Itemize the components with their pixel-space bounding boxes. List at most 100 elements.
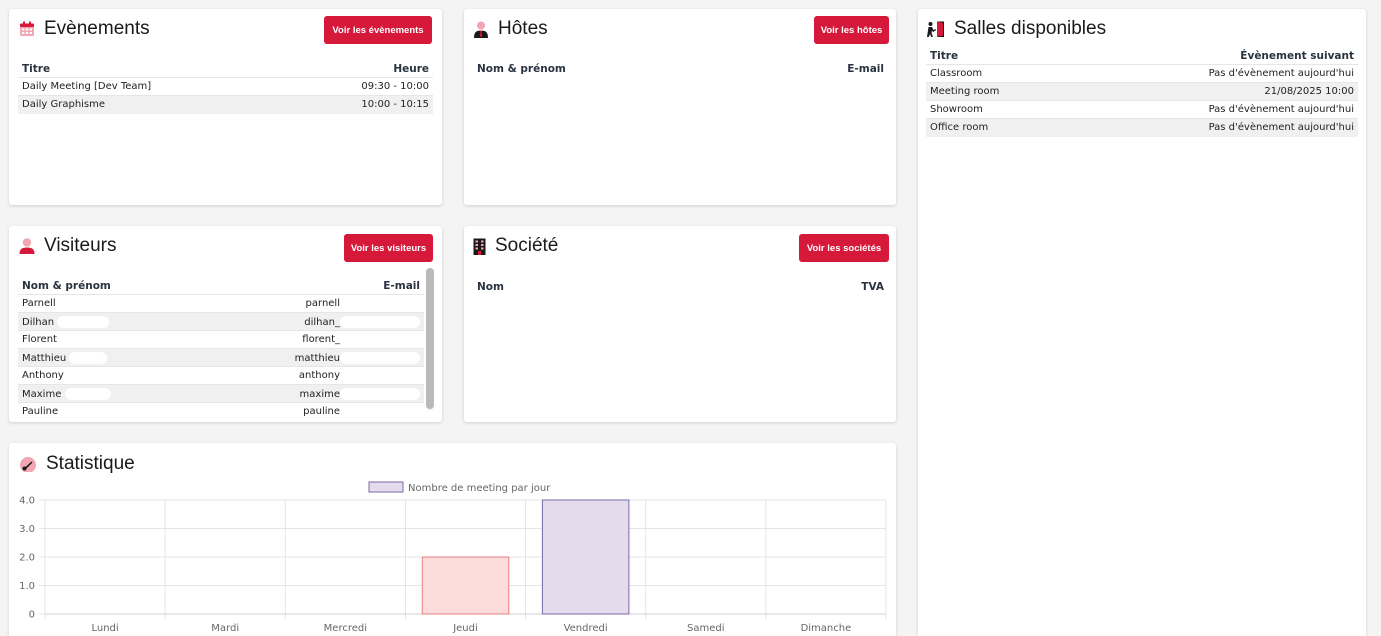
gauge-icon (19, 456, 37, 472)
redacted-mask (340, 351, 420, 364)
table-row[interactable]: Maxime maxime (18, 384, 424, 403)
companies-title-text: Société (495, 235, 559, 256)
view-hosts-button[interactable]: Voir les hôtes (814, 16, 889, 44)
x-tick-label: Mercredi (324, 623, 367, 634)
events-title-text: Evènements (44, 18, 150, 39)
x-tick-label: Vendredi (564, 623, 608, 634)
event-title: Daily Meeting [Dev Team] (18, 77, 286, 96)
event-time: 10:00 - 10:15 (285, 95, 433, 114)
visitor-name-cell: Anthony (18, 366, 189, 385)
y-tick-label: 1.0 (19, 581, 35, 592)
companies-col-name: Nom (477, 281, 504, 293)
visitor-email: anthony (298, 370, 340, 381)
hosts-col-email: E-mail (847, 63, 884, 75)
x-tick-label: Samedi (687, 623, 725, 634)
visitor-email: florent_ (302, 334, 340, 345)
visitors-scrollbar-thumb[interactable] (426, 268, 434, 409)
rooms-title: Salles disponibles (927, 18, 1106, 40)
legend-label: Nombre de meeting par jour (408, 483, 551, 494)
rooms-table: Titre Évènement suivant Classroom Pas d'… (926, 50, 1358, 137)
visitor-email-cell: matthieu (188, 348, 424, 367)
hosts-table-header: Nom & prénom E-mail (477, 63, 884, 75)
view-companies-button[interactable]: Voir les sociétés (799, 234, 889, 262)
x-tick-label: Dimanche (801, 623, 852, 634)
x-tick-label: Jeudi (452, 623, 478, 634)
visitor-email-cell: dilhan_ (188, 312, 424, 331)
visitor-name-cell: Florent (18, 330, 189, 349)
table-row[interactable]: Pauline pauline (18, 402, 424, 416)
visitor-name: Pauline (22, 406, 59, 416)
stats-title: Statistique (19, 453, 135, 475)
table-row[interactable]: Meeting room 21/08/2025 10:00 (926, 82, 1358, 101)
room-name: Showroom (926, 100, 1071, 119)
user-tie-icon (473, 21, 489, 38)
hosts-card: Hôtes Voir les hôtes Nom & prénom E-mail (464, 9, 896, 205)
table-row[interactable]: Florent florent_ (18, 330, 424, 349)
visitors-table: Nom & prénom E-mail Parnell parnell Dilh… (18, 280, 424, 416)
rooms-col-next: Évènement suivant (1240, 50, 1354, 62)
visitor-email: parnell (305, 298, 340, 309)
y-tick-label: 4.0 (19, 496, 35, 507)
event-title: Daily Graphisme (18, 95, 286, 114)
stats-chart: 0 1.0 2.0 3.0 4.0 Lundi Mardi Mercredi Jeudi Vend… (19, 481, 887, 634)
room-next-event: Pas d'évènement aujourd'hui (1070, 64, 1358, 83)
table-row[interactable]: Anthony anthony (18, 366, 424, 385)
visitor-name-cell: Maxime (18, 384, 189, 403)
events-table: Titre Heure Daily Meeting [Dev Team] 09:… (18, 63, 433, 114)
companies-col-vat: TVA (861, 281, 884, 293)
visitor-email: pauline (303, 406, 340, 416)
y-tick-label: 3.0 (19, 524, 35, 535)
redacted-mask (340, 315, 420, 328)
visitor-name-cell: Dilhan (18, 312, 189, 331)
hosts-title-text: Hôtes (498, 18, 548, 39)
table-row[interactable]: Showroom Pas d'évènement aujourd'hui (926, 100, 1358, 119)
table-row[interactable]: Matthieu matthieu (18, 348, 424, 367)
table-row[interactable]: Daily Graphisme 10:00 - 10:15 (18, 95, 433, 114)
visitor-email-cell: anthony (188, 366, 424, 385)
room-next-event: Pas d'évènement aujourd'hui (1070, 118, 1358, 137)
view-events-button[interactable]: Voir les évènements (324, 16, 432, 44)
table-row[interactable]: Daily Meeting [Dev Team] 09:30 - 10:00 (18, 77, 433, 96)
visitor-email: maxime (299, 388, 340, 400)
events-title: Evènements (19, 18, 150, 40)
rooms-card: Salles disponibles Titre Évènement suiva… (918, 9, 1366, 636)
companies-title: Société (473, 235, 558, 257)
visitors-title-text: Visiteurs (44, 235, 117, 256)
redacted-mask (57, 315, 110, 328)
visitor-name: Matthieu (22, 352, 67, 364)
visitor-name: Parnell (22, 298, 56, 309)
events-card: Evènements Voir les évènements Titre Heu… (9, 9, 442, 205)
bar-jeudi (421, 556, 510, 615)
companies-table-header: Nom TVA (477, 281, 884, 293)
event-time: 09:30 - 10:00 (285, 77, 433, 96)
rooms-col-title: Titre (930, 50, 959, 62)
visitor-email-cell: maxime (188, 384, 424, 403)
room-name: Classroom (926, 64, 1071, 83)
visitor-name: Anthony (22, 370, 64, 381)
room-next-event: Pas d'évènement aujourd'hui (1070, 100, 1358, 119)
visitor-name-cell: Parnell (18, 294, 189, 313)
visitor-email-cell: pauline (188, 402, 424, 416)
visitor-name: Maxime (22, 388, 62, 400)
table-row[interactable]: Dilhan dilhan_ (18, 312, 424, 331)
table-row[interactable]: Classroom Pas d'évènement aujourd'hui (926, 64, 1358, 83)
redacted-mask (340, 387, 420, 400)
hosts-col-name: Nom & prénom (477, 63, 566, 75)
hosts-title: Hôtes (473, 18, 548, 40)
table-row[interactable]: Parnell parnell (18, 294, 424, 313)
redacted-mask (64, 387, 111, 400)
visitor-email-cell: florent_ (188, 330, 424, 349)
y-tick-label: 0 (29, 610, 35, 621)
rooms-title-text: Salles disponibles (954, 18, 1107, 39)
view-visitors-button[interactable]: Voir les visiteurs (344, 234, 433, 262)
visitor-email: dilhan_ (304, 316, 340, 328)
bar-vendredi (541, 499, 630, 615)
legend-swatch (368, 481, 404, 493)
room-name: Office room (926, 118, 1071, 137)
user-icon (19, 238, 35, 254)
visitors-list[interactable]: Nom & prénom E-mail Parnell parnell Dilh… (18, 280, 424, 416)
stats-card: Statistique 0 1.0 2.0 3.0 4.0 Lundi Mardi Mercr… (9, 443, 896, 636)
table-row[interactable]: Office room Pas d'évènement aujourd'hui (926, 118, 1358, 137)
events-col-time: Heure (393, 63, 429, 75)
redacted-mask (69, 351, 108, 364)
